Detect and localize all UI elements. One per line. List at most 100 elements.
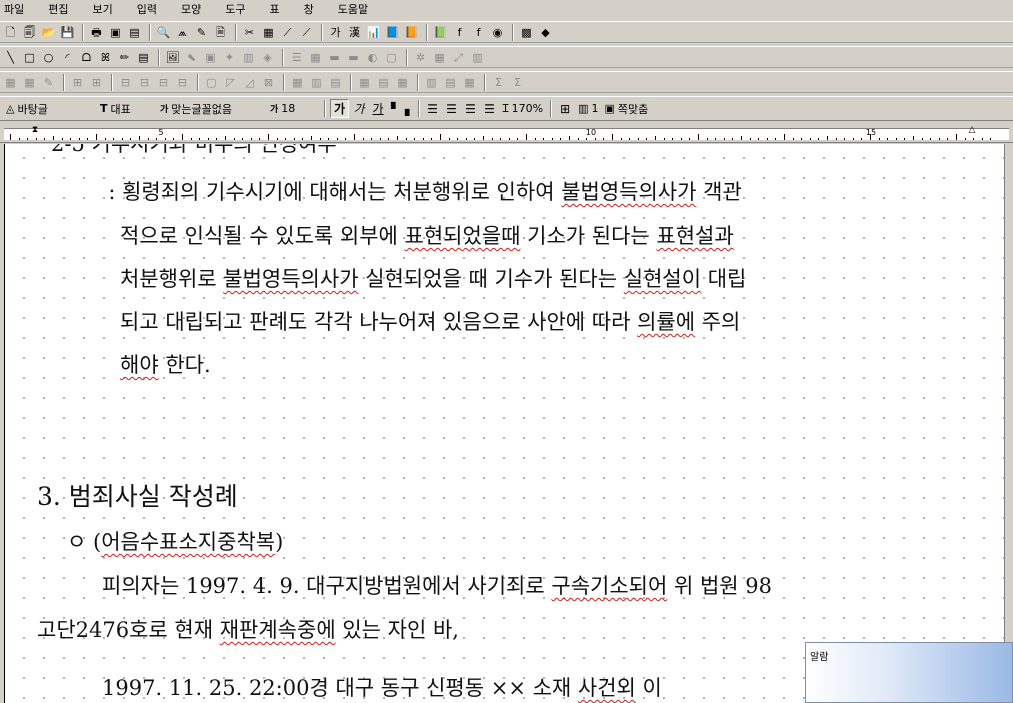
rotate-icon[interactable]: ▦ bbox=[307, 48, 324, 66]
menu-item-1[interactable]: 편집 bbox=[46, 0, 70, 18]
spell-error-word[interactable]: 실현설이 bbox=[624, 267, 701, 291]
scan-icon[interactable]: ▩ bbox=[518, 23, 535, 41]
document-page[interactable]: 2-5 기수시기와 미수의 인정여부 : 횡령죄의 기수시기에 대해서는 처분행… bbox=[4, 144, 1004, 703]
table-grid-icon[interactable]: ⊞ bbox=[556, 99, 574, 118]
book3-icon[interactable]: 📗 bbox=[432, 23, 449, 41]
preview-icon[interactable]: ▣ bbox=[107, 23, 124, 41]
page-icon[interactable]: 🗎 bbox=[212, 23, 229, 41]
align-left-icon[interactable]: ☰ bbox=[443, 99, 461, 118]
picture-icon[interactable]: 🖼 bbox=[164, 48, 181, 66]
char-color-icon[interactable]: ▘▗ bbox=[388, 99, 412, 118]
distribute-icon[interactable]: ▦ bbox=[431, 48, 448, 66]
arc-icon[interactable]: ◜ bbox=[59, 48, 76, 66]
cell-fill-icon[interactable]: ▤ bbox=[327, 73, 344, 91]
align-icon[interactable]: ☰ bbox=[288, 48, 305, 66]
alarm-popup[interactable]: 알람 bbox=[805, 642, 1013, 703]
resize-icon[interactable]: ⤢ bbox=[450, 48, 467, 66]
menu-item-4[interactable]: 모양 bbox=[179, 0, 203, 18]
globe-icon[interactable]: ◉ bbox=[489, 23, 506, 41]
spell-error-word[interactable]: 구속기소되어 bbox=[551, 574, 667, 598]
italic-button[interactable]: 가 bbox=[350, 99, 368, 118]
new-doc-icon[interactable]: 🗋 bbox=[2, 23, 19, 41]
menu-item-2[interactable]: 보기 bbox=[91, 0, 115, 18]
formula1-icon[interactable]: f bbox=[451, 23, 468, 41]
align-right-icon[interactable]: ☰ bbox=[481, 99, 499, 118]
table-chart-icon[interactable]: ▦ bbox=[461, 73, 478, 91]
spell-error-word[interactable]: 어음수표소지중착복 bbox=[101, 530, 275, 554]
spell-error-word[interactable]: 불법영득의사가 bbox=[223, 267, 358, 291]
ungroup-icon[interactable]: ✦ bbox=[221, 48, 238, 66]
font-name-selector[interactable]: 가 맞는글꼴없음 bbox=[156, 99, 260, 118]
zoom-icon[interactable]: 🔍 bbox=[155, 23, 172, 41]
spell-icon[interactable]: 가 bbox=[327, 23, 344, 41]
formula2-icon[interactable]: f bbox=[470, 23, 487, 41]
align-justify-icon[interactable]: ☰ bbox=[424, 99, 442, 118]
delete-col-icon[interactable]: ⊟ bbox=[136, 73, 153, 91]
spell-error-word[interactable]: 표현설과 bbox=[656, 224, 733, 248]
textbox-icon[interactable]: ▤ bbox=[135, 48, 152, 66]
spell-error-word[interactable]: 재판계속중에 bbox=[220, 618, 336, 642]
pen-brush-icon[interactable]: ⟋ bbox=[298, 23, 315, 41]
draw-shape-icon[interactable]: ⩕ bbox=[174, 23, 191, 41]
ellipse-icon[interactable]: ○ bbox=[40, 48, 57, 66]
arrange-icon[interactable]: ✲ bbox=[412, 48, 429, 66]
group-icon[interactable]: ▣ bbox=[202, 48, 219, 66]
left-indent-marker[interactable]: ⧗ bbox=[31, 125, 39, 135]
font-size-selector[interactable]: 가 18 bbox=[266, 99, 314, 118]
spell-error-word[interactable]: 불법영득의사가 bbox=[561, 180, 696, 204]
rectangle-icon[interactable]: □ bbox=[21, 48, 38, 66]
delete-row-icon[interactable]: ⊟ bbox=[117, 73, 134, 91]
paint-icon[interactable]: ⟋ bbox=[279, 23, 296, 41]
curve-icon[interactable]: ꕤ bbox=[97, 48, 114, 66]
table-calc-icon[interactable]: ▦ bbox=[394, 73, 411, 91]
col-width-icon[interactable]: ▥ bbox=[308, 73, 325, 91]
magic-icon[interactable]: ✎ bbox=[193, 23, 210, 41]
line-icon[interactable]: ╲ bbox=[2, 48, 19, 66]
menu-item-8[interactable]: 도움말 bbox=[336, 0, 370, 18]
pencil-icon[interactable]: ✏ bbox=[116, 48, 133, 66]
menu-item-0[interactable]: 파일 bbox=[2, 0, 26, 18]
cut-icon[interactable]: ✂ bbox=[241, 23, 258, 41]
sum-icon[interactable]: Σ bbox=[490, 73, 507, 91]
avg-icon[interactable]: Σ bbox=[509, 73, 526, 91]
right-indent-marker[interactable]: △ bbox=[968, 125, 976, 135]
split-cell-icon[interactable]: ⊟ bbox=[155, 73, 172, 91]
chart-icon[interactable]: 📊 bbox=[365, 23, 382, 41]
save-icon[interactable]: 💾 bbox=[59, 23, 76, 41]
insert-col-icon[interactable]: ⊞ bbox=[88, 73, 105, 91]
object-prop-icon[interactable]: ▥ bbox=[469, 48, 486, 66]
table-edit-icon[interactable]: ▦ bbox=[2, 73, 19, 91]
table-draw-icon[interactable]: ▦ bbox=[21, 73, 38, 91]
spell-error-word[interactable]: 사건외 bbox=[578, 676, 636, 700]
table-format-icon[interactable]: ▤ bbox=[375, 73, 392, 91]
book2-icon[interactable]: 📙 bbox=[403, 23, 420, 41]
merge-cell-icon[interactable]: ⊟ bbox=[174, 73, 191, 91]
monitor-icon[interactable]: ▤ bbox=[126, 23, 143, 41]
shadow-icon[interactable]: ▬ bbox=[345, 48, 362, 66]
font-face-selector[interactable]: T 대표 bbox=[96, 99, 150, 118]
line-spacing-selector[interactable]: Ɪ 170% bbox=[500, 99, 547, 118]
flip-icon[interactable]: ▬ bbox=[326, 48, 343, 66]
outline-icon[interactable]: ▢ bbox=[383, 48, 400, 66]
table-style-icon[interactable]: ▤ bbox=[442, 73, 459, 91]
style-selector[interactable]: ◬ 바탕글 bbox=[2, 99, 90, 118]
new-window-icon[interactable]: 🗐 bbox=[21, 23, 38, 41]
vertical-scrollbar[interactable] bbox=[1004, 144, 1013, 703]
hanja-icon[interactable]: 漢 bbox=[346, 23, 363, 41]
menu-item-5[interactable]: 도구 bbox=[223, 0, 247, 18]
horizontal-ruler[interactable]: 5 10 15 ⧗ △ bbox=[0, 122, 1013, 143]
select-icon[interactable]: ⬉ bbox=[183, 48, 200, 66]
columns-selector[interactable]: ▥ 1 bbox=[575, 99, 601, 118]
underline-button[interactable]: 가 bbox=[369, 99, 387, 118]
menu-item-3[interactable]: 입력 bbox=[135, 0, 159, 18]
menu-item-7[interactable]: 창 bbox=[302, 0, 316, 18]
print-icon[interactable]: 🖶 bbox=[88, 23, 105, 41]
fit-page-button[interactable]: ▣ 쪽맞춤 bbox=[602, 99, 652, 118]
copy-icon[interactable]: ▦ bbox=[260, 23, 277, 41]
spell-error-word[interactable]: 해야 bbox=[120, 353, 159, 377]
cell-diag1-icon[interactable]: ◸ bbox=[222, 73, 239, 91]
spell-error-word[interactable]: 표현되었을때 bbox=[405, 224, 521, 248]
cell-prop-icon[interactable]: ✎ bbox=[40, 73, 57, 91]
spell-error-word[interactable]: 의률에 bbox=[637, 310, 695, 334]
insert-row-icon[interactable]: ⊞ bbox=[69, 73, 86, 91]
